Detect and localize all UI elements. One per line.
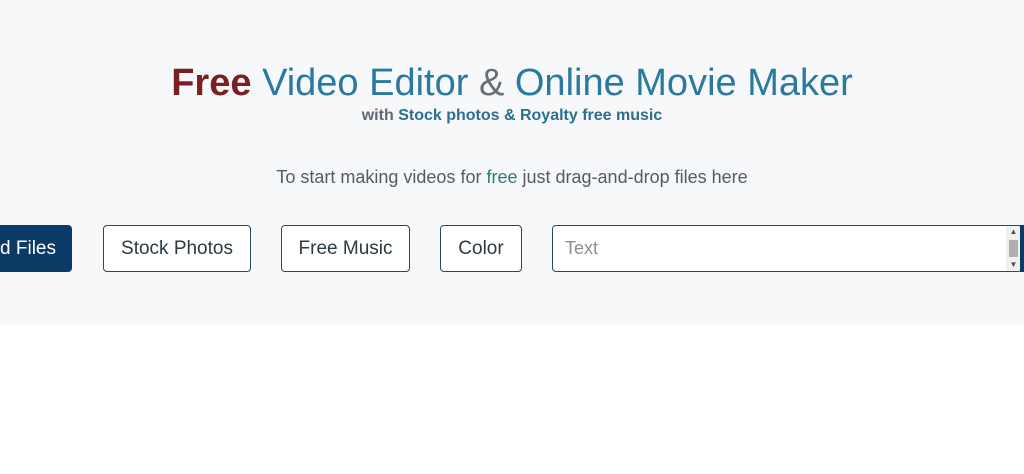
free-music-button[interactable]: Free Music [281, 225, 410, 272]
text-input-scrollbar[interactable]: ▲ ▼ [1006, 226, 1021, 271]
instruction-after: just drag-and-drop files here [522, 167, 748, 187]
add-files-button[interactable]: d Files [0, 225, 72, 272]
scroll-down-arrow-icon[interactable]: ▼ [1006, 259, 1021, 271]
title-video-editor: Video Editor [262, 62, 469, 104]
stock-photos-button[interactable]: Stock Photos [103, 225, 251, 272]
hero-section: Free Video Editor & Online Movie Maker w… [0, 0, 1024, 325]
color-button[interactable]: Color [440, 225, 522, 272]
instruction-before: To start making videos for [276, 167, 482, 187]
drag-drop-instruction: To start making videos for free just dra… [0, 166, 1024, 188]
subtitle-lead: with [361, 107, 394, 124]
title-free-word: Free [171, 62, 252, 104]
instruction-free-word: free [486, 167, 518, 187]
title-movie-maker: Online Movie Maker [514, 62, 853, 104]
page-subtitle: with Stock photos & Royalty free music [0, 106, 1024, 126]
subtitle-highlight: Stock photos & Royalty free music [398, 107, 663, 124]
text-input-box[interactable]: ▲ ▼ [552, 225, 1022, 272]
text-input[interactable] [553, 226, 1005, 271]
title-ampersand: & [478, 62, 505, 104]
partial-button-edge[interactable] [1020, 225, 1024, 272]
scroll-thumb[interactable] [1009, 240, 1018, 257]
page-title: Free Video Editor & Online Movie Maker [0, 60, 1024, 106]
scroll-up-arrow-icon[interactable]: ▲ [1006, 226, 1021, 238]
